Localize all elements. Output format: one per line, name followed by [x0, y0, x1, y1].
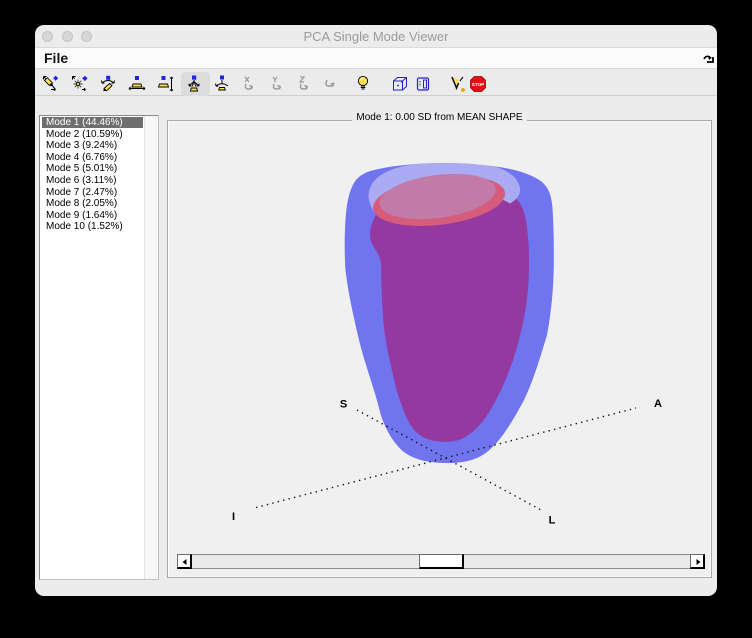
svg-text:A: A	[654, 398, 662, 410]
svg-text:I: I	[232, 511, 235, 523]
svg-text:L: L	[549, 515, 556, 527]
svg-text:STOP: STOP	[472, 82, 484, 87]
svg-text:S: S	[340, 399, 347, 411]
